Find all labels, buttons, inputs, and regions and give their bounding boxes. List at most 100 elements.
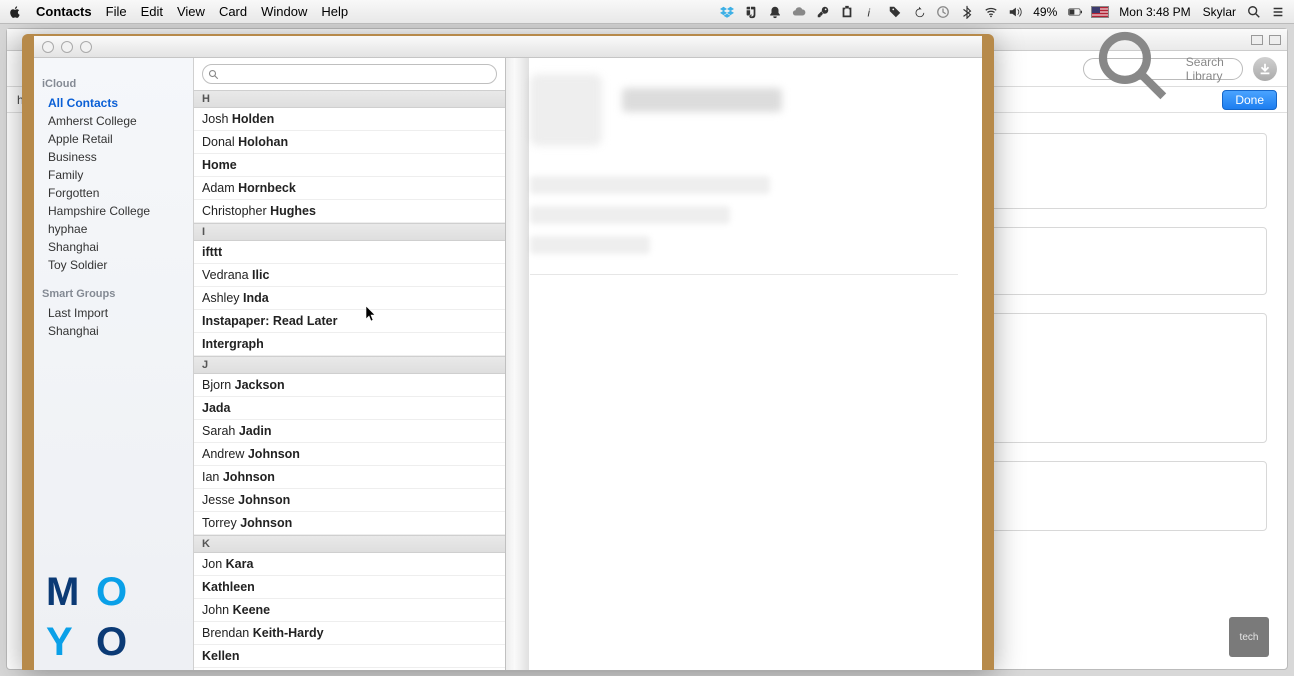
contact-row[interactable]: Steve Kelley [194,668,505,670]
contact-avatar [530,74,602,146]
app-name[interactable]: Contacts [36,4,92,19]
contact-row[interactable]: Kellen [194,645,505,668]
logo-letter-o2: O [96,622,136,662]
dropbox-menu-icon[interactable] [719,4,735,20]
done-button[interactable]: Done [1222,90,1277,110]
menu-edit[interactable]: Edit [141,4,163,19]
contact-row[interactable]: Kathleen [194,576,505,599]
logo-letter-o1: O [96,572,136,612]
sidebar-item[interactable]: Family [42,166,185,184]
contact-detail-pane [506,58,982,670]
separator [530,274,958,275]
menu-card[interactable]: Card [219,4,247,19]
sidebar-item[interactable]: Apple Retail [42,130,185,148]
search-icon [208,68,220,80]
sidebar-item[interactable]: Hampshire College [42,202,185,220]
sync-menu-icon[interactable] [911,4,927,20]
sidebar-item[interactable]: Amherst College [42,112,185,130]
section-header: K [194,535,505,553]
sidebar-item[interactable]: Toy Soldier [42,256,185,274]
contacts-titlebar [34,36,982,58]
contact-field-blurred [530,236,650,254]
mouse-cursor-icon [366,306,378,322]
contact-name-blurred [622,88,782,112]
zoom-dot-icon[interactable] [80,41,92,53]
clock-text[interactable]: Mon 3:48 PM [1117,5,1192,19]
battery-menu-icon[interactable] [1067,4,1083,20]
svg-text:i: i [868,7,871,19]
volume-menu-icon[interactable] [1007,4,1023,20]
search-library-input[interactable]: Search Library [1083,58,1243,80]
contacts-list-column: HJosh HoldenDonal HolohanHomeAdam Hornbe… [194,58,506,670]
section-header: H [194,90,505,108]
tag-menu-icon[interactable] [887,4,903,20]
contact-row[interactable]: Bjorn Jackson [194,374,505,397]
section-header: I [194,223,505,241]
contact-row[interactable]: Brendan Keith-Hardy [194,622,505,645]
info-menu-icon[interactable]: i [863,4,879,20]
contact-row[interactable]: Intergraph [194,333,505,356]
evernote-menu-icon[interactable] [743,4,759,20]
contact-row[interactable]: Sarah Jadin [194,420,505,443]
contact-row[interactable]: Torrey Johnson [194,512,505,535]
contact-field-blurred [530,206,730,224]
contact-row[interactable]: Vedrana Ilic [194,264,505,287]
downloads-button[interactable] [1253,57,1277,81]
logo-letter-m: M [46,572,86,612]
sidebar-item[interactable]: hyphae [42,220,185,238]
user-menu[interactable]: Skylar [1201,5,1238,19]
menu-window[interactable]: Window [261,4,307,19]
bg-min-icon[interactable] [1251,35,1263,45]
sidebar-item[interactable]: Business [42,148,185,166]
cloud-menu-icon[interactable] [791,4,807,20]
section-header: J [194,356,505,374]
contact-row[interactable]: Donal Holohan [194,131,505,154]
sidebar-label-icloud: iCloud [42,78,185,90]
sidebar-item[interactable]: Shanghai [42,322,185,340]
menu-file[interactable]: File [106,4,127,19]
input-source-flag-icon[interactable] [1091,6,1109,18]
minimize-dot-icon[interactable] [61,41,73,53]
bluetooth-menu-icon[interactable] [959,4,975,20]
contact-row[interactable]: Ian Johnson [194,466,505,489]
wifi-menu-icon[interactable] [983,4,999,20]
contact-row[interactable]: ifttt [194,241,505,264]
sidebar-item[interactable]: Shanghai [42,238,185,256]
tech-badge: tech [1229,617,1269,657]
notifications-menu-icon[interactable] [767,4,783,20]
battery-text: 49% [1031,5,1059,19]
sidebar-item[interactable]: Last Import [42,304,185,322]
timemachine-menu-icon[interactable] [935,4,951,20]
contact-row[interactable]: John Keene [194,599,505,622]
contact-row[interactable]: Adam Hornbeck [194,177,505,200]
contact-field-blurred [530,176,770,194]
contacts-list[interactable]: HJosh HoldenDonal HolohanHomeAdam Hornbe… [194,90,505,670]
clip-menu-icon[interactable] [839,4,855,20]
close-dot-icon[interactable] [42,41,54,53]
sidebar-item[interactable]: All Contacts [42,94,185,112]
contact-row[interactable]: Jon Kara [194,553,505,576]
contact-row[interactable]: Home [194,154,505,177]
contact-row[interactable]: Ashley Inda [194,287,505,310]
moyo-logo: M O Y O [46,572,136,662]
contacts-search-input[interactable] [202,64,497,84]
contact-row[interactable]: Instapaper: Read Later [194,310,505,333]
contact-row[interactable]: Christopher Hughes [194,200,505,223]
contact-row[interactable]: Andrew Johnson [194,443,505,466]
search-library-placeholder: Search Library [1186,55,1234,83]
apple-menu-icon[interactable] [8,5,22,19]
spotlight-search-icon[interactable] [1246,4,1262,20]
menubar: Contacts File Edit View Card Window Help… [0,0,1294,24]
notification-center-icon[interactable] [1270,4,1286,20]
contacts-window: iCloud All ContactsAmherst CollegeApple … [22,34,994,670]
logo-letter-y: Y [46,622,86,662]
bg-max-icon[interactable] [1269,35,1281,45]
menu-view[interactable]: View [177,4,205,19]
key-menu-icon[interactable] [815,4,831,20]
menu-help[interactable]: Help [321,4,348,19]
sidebar-item[interactable]: Forgotten [42,184,185,202]
sidebar-label-smart-groups: Smart Groups [42,288,185,300]
contact-row[interactable]: Jada [194,397,505,420]
contact-row[interactable]: Josh Holden [194,108,505,131]
contact-row[interactable]: Jesse Johnson [194,489,505,512]
